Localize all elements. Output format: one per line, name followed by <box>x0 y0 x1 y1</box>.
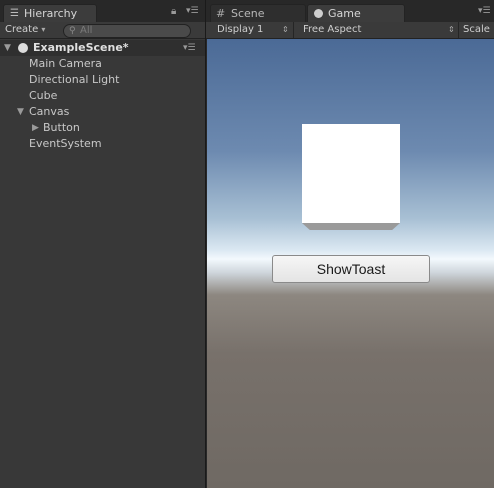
hierarchy-item-label: EventSystem <box>29 137 102 150</box>
panel-menu-icon[interactable]: ▾☰ <box>478 6 491 16</box>
cube-shadow <box>302 223 400 230</box>
hierarchy-item-label: Main Camera <box>29 57 102 70</box>
tab-scene[interactable]: # Scene <box>210 4 306 22</box>
hierarchy-item-label: Button <box>43 121 80 134</box>
game-controller-icon <box>314 9 323 18</box>
lock-icon[interactable]: 🔒︎ <box>171 6 176 17</box>
scene-root-row[interactable]: ▼ ExampleScene* ▾☰ <box>0 40 205 56</box>
hierarchy-item-label: Cube <box>29 89 58 102</box>
game-toolbar: Display 1 ⇕ Free Aspect ⇕ Scale <box>206 22 494 39</box>
scene-name: ExampleScene* <box>33 41 129 54</box>
aspect-dropdown-label: Free Aspect <box>303 24 362 35</box>
hierarchy-item-directional-light[interactable]: Directional Light <box>0 72 205 88</box>
hierarchy-item-canvas[interactable]: ▼ Canvas <box>0 104 205 120</box>
list-icon: ☰ <box>10 8 19 19</box>
hierarchy-item-label: Directional Light <box>29 73 120 86</box>
chevron-down-icon: ▾ <box>41 25 46 34</box>
scale-label: Scale <box>463 24 490 35</box>
hierarchy-item-label: Canvas <box>29 105 70 118</box>
hierarchy-toolbar: Create ▾ ⚲ All <box>0 22 205 39</box>
display-dropdown-label: Display 1 <box>217 24 264 35</box>
scene-menu-icon[interactable]: ▾☰ <box>183 40 196 56</box>
show-toast-button[interactable]: ShowToast <box>272 255 430 283</box>
hierarchy-item-button[interactable]: ▶ Button <box>0 120 205 136</box>
hierarchy-item-cube[interactable]: Cube <box>0 88 205 104</box>
dropdown-arrows-icon: ⇕ <box>448 25 455 34</box>
hierarchy-item-main-camera[interactable]: Main Camera <box>0 56 205 72</box>
unity-scene-icon <box>18 43 28 53</box>
scale-slider[interactable]: Scale <box>459 22 494 38</box>
hierarchy-tab-bar: ☰ Hierarchy 🔒︎ ▾☰ <box>0 0 205 23</box>
search-placeholder: All <box>80 25 93 36</box>
tab-hierarchy-label: Hierarchy <box>24 7 78 20</box>
create-button-label: Create <box>5 24 39 35</box>
expand-arrow-icon[interactable]: ▼ <box>4 40 11 56</box>
grid-icon: # <box>216 7 226 20</box>
collapse-arrow-icon[interactable]: ▶ <box>32 120 39 136</box>
expand-arrow-icon[interactable]: ▼ <box>17 104 24 120</box>
search-icon: ⚲ <box>69 26 76 36</box>
tab-game[interactable]: Game <box>307 4 405 22</box>
panel-menu-icon[interactable]: ▾☰ <box>186 6 199 16</box>
aspect-dropdown[interactable]: Free Aspect ⇕ <box>294 22 458 38</box>
create-button[interactable]: Create ▾ <box>5 23 45 37</box>
game-viewport[interactable]: ShowToast <box>207 39 494 488</box>
view-tab-bar: # Scene Game ▾☰ <box>206 0 494 23</box>
game-panel: # Scene Game ▾☰ Display 1 ⇕ Free Aspect … <box>205 0 494 488</box>
tab-scene-label: Scene <box>231 7 265 20</box>
dropdown-arrows-icon: ⇕ <box>282 25 289 34</box>
search-input[interactable]: ⚲ All <box>63 24 191 38</box>
hierarchy-item-eventsystem[interactable]: EventSystem <box>0 136 205 152</box>
display-dropdown[interactable]: Display 1 ⇕ <box>206 22 293 38</box>
hierarchy-panel: ☰ Hierarchy 🔒︎ ▾☰ Create ▾ ⚲ All ▼ Examp… <box>0 0 205 488</box>
tab-hierarchy[interactable]: ☰ Hierarchy <box>3 4 97 22</box>
cube <box>302 124 400 223</box>
tab-game-label: Game <box>328 7 361 20</box>
